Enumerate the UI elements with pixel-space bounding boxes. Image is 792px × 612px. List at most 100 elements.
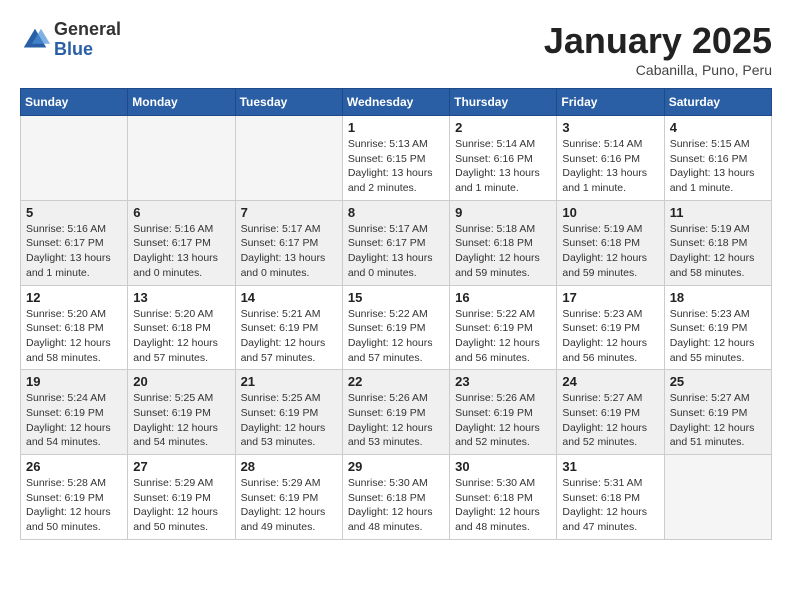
day-number: 7 bbox=[241, 205, 337, 220]
calendar-table: SundayMondayTuesdayWednesdayThursdayFrid… bbox=[20, 88, 772, 540]
day-number: 1 bbox=[348, 120, 444, 135]
day-number: 18 bbox=[670, 290, 766, 305]
day-info: Sunrise: 5:20 AM Sunset: 6:18 PM Dayligh… bbox=[26, 307, 122, 366]
day-info: Sunrise: 5:21 AM Sunset: 6:19 PM Dayligh… bbox=[241, 307, 337, 366]
day-number: 15 bbox=[348, 290, 444, 305]
calendar-day-cell: 2 Sunrise: 5:14 AM Sunset: 6:16 PM Daylig… bbox=[450, 116, 557, 201]
month-title: January 2025 bbox=[544, 20, 772, 62]
weekday-header: Thursday bbox=[450, 89, 557, 116]
calendar-day-cell: 30 Sunrise: 5:30 AM Sunset: 6:18 PM Dayli… bbox=[450, 455, 557, 540]
calendar-day-cell: 25 Sunrise: 5:27 AM Sunset: 6:19 PM Dayli… bbox=[664, 370, 771, 455]
calendar-week-row: 5 Sunrise: 5:16 AM Sunset: 6:17 PM Daylig… bbox=[21, 200, 772, 285]
day-info: Sunrise: 5:22 AM Sunset: 6:19 PM Dayligh… bbox=[455, 307, 551, 366]
day-info: Sunrise: 5:13 AM Sunset: 6:15 PM Dayligh… bbox=[348, 137, 444, 196]
day-info: Sunrise: 5:16 AM Sunset: 6:17 PM Dayligh… bbox=[133, 222, 229, 281]
day-info: Sunrise: 5:26 AM Sunset: 6:19 PM Dayligh… bbox=[455, 391, 551, 450]
calendar-day-cell: 16 Sunrise: 5:22 AM Sunset: 6:19 PM Dayli… bbox=[450, 285, 557, 370]
calendar-day-cell: 28Sunrise: 5:29 AM Sunset: 6:19 PM Dayli… bbox=[235, 455, 342, 540]
day-number: 13 bbox=[133, 290, 229, 305]
day-number: 20 bbox=[133, 374, 229, 389]
calendar-day-cell: 14 Sunrise: 5:21 AM Sunset: 6:19 PM Dayli… bbox=[235, 285, 342, 370]
day-number: 25 bbox=[670, 374, 766, 389]
day-number: 24 bbox=[562, 374, 658, 389]
day-number: 11 bbox=[670, 205, 766, 220]
day-number: 22 bbox=[348, 374, 444, 389]
day-number: 5 bbox=[26, 205, 122, 220]
calendar-day-cell: 10Sunrise: 5:19 AM Sunset: 6:18 PM Dayli… bbox=[557, 200, 664, 285]
weekday-header: Friday bbox=[557, 89, 664, 116]
title-block: January 2025 Cabanilla, Puno, Peru bbox=[544, 20, 772, 78]
weekday-header: Tuesday bbox=[235, 89, 342, 116]
calendar-day-cell: 23 Sunrise: 5:26 AM Sunset: 6:19 PM Dayli… bbox=[450, 370, 557, 455]
weekday-header: Wednesday bbox=[342, 89, 449, 116]
logo-blue: Blue bbox=[54, 40, 121, 60]
calendar-day-cell: 29 Sunrise: 5:30 AM Sunset: 6:18 PM Dayli… bbox=[342, 455, 449, 540]
day-number: 31 bbox=[562, 459, 658, 474]
day-info: Sunrise: 5:17 AM Sunset: 6:17 PM Dayligh… bbox=[241, 222, 337, 281]
calendar-day-cell bbox=[664, 455, 771, 540]
calendar-day-cell: 13 Sunrise: 5:20 AM Sunset: 6:18 PM Dayli… bbox=[128, 285, 235, 370]
calendar-day-cell: 19 Sunrise: 5:24 AM Sunset: 6:19 PM Dayli… bbox=[21, 370, 128, 455]
day-info: Sunrise: 5:20 AM Sunset: 6:18 PM Dayligh… bbox=[133, 307, 229, 366]
calendar-day-cell: 4 Sunrise: 5:15 AM Sunset: 6:16 PM Daylig… bbox=[664, 116, 771, 201]
day-number: 8 bbox=[348, 205, 444, 220]
day-info: Sunrise: 5:27 AM Sunset: 6:19 PM Dayligh… bbox=[670, 391, 766, 450]
day-number: 4 bbox=[670, 120, 766, 135]
day-info: Sunrise: 5:31 AM Sunset: 6:18 PM Dayligh… bbox=[562, 476, 658, 535]
calendar-day-cell: 3Sunrise: 5:14 AM Sunset: 6:16 PM Daylig… bbox=[557, 116, 664, 201]
calendar-week-row: 1 Sunrise: 5:13 AM Sunset: 6:15 PM Daylig… bbox=[21, 116, 772, 201]
day-number: 2 bbox=[455, 120, 551, 135]
day-info: Sunrise: 5:30 AM Sunset: 6:18 PM Dayligh… bbox=[455, 476, 551, 535]
calendar-day-cell: 11Sunrise: 5:19 AM Sunset: 6:18 PM Dayli… bbox=[664, 200, 771, 285]
calendar-day-cell: 5 Sunrise: 5:16 AM Sunset: 6:17 PM Daylig… bbox=[21, 200, 128, 285]
day-number: 26 bbox=[26, 459, 122, 474]
calendar-day-cell: 31 Sunrise: 5:31 AM Sunset: 6:18 PM Dayli… bbox=[557, 455, 664, 540]
page-header: General Blue January 2025 Cabanilla, Pun… bbox=[20, 20, 772, 78]
day-info: Sunrise: 5:25 AM Sunset: 6:19 PM Dayligh… bbox=[133, 391, 229, 450]
day-info: Sunrise: 5:29 AM Sunset: 6:19 PM Dayligh… bbox=[133, 476, 229, 535]
calendar-day-cell: 26 Sunrise: 5:28 AM Sunset: 6:19 PM Dayli… bbox=[21, 455, 128, 540]
calendar-day-cell: 9 Sunrise: 5:18 AM Sunset: 6:18 PM Daylig… bbox=[450, 200, 557, 285]
day-info: Sunrise: 5:22 AM Sunset: 6:19 PM Dayligh… bbox=[348, 307, 444, 366]
calendar-week-row: 26 Sunrise: 5:28 AM Sunset: 6:19 PM Dayli… bbox=[21, 455, 772, 540]
weekday-header: Monday bbox=[128, 89, 235, 116]
logo-text: General Blue bbox=[54, 20, 121, 60]
day-info: Sunrise: 5:16 AM Sunset: 6:17 PM Dayligh… bbox=[26, 222, 122, 281]
day-number: 14 bbox=[241, 290, 337, 305]
calendar-day-cell: 27 Sunrise: 5:29 AM Sunset: 6:19 PM Dayli… bbox=[128, 455, 235, 540]
day-number: 30 bbox=[455, 459, 551, 474]
day-number: 19 bbox=[26, 374, 122, 389]
location-subtitle: Cabanilla, Puno, Peru bbox=[544, 62, 772, 78]
day-info: Sunrise: 5:15 AM Sunset: 6:16 PM Dayligh… bbox=[670, 137, 766, 196]
calendar-day-cell: 17 Sunrise: 5:23 AM Sunset: 6:19 PM Dayli… bbox=[557, 285, 664, 370]
day-number: 17 bbox=[562, 290, 658, 305]
weekday-header: Sunday bbox=[21, 89, 128, 116]
day-info: Sunrise: 5:30 AM Sunset: 6:18 PM Dayligh… bbox=[348, 476, 444, 535]
calendar-day-cell: 21Sunrise: 5:25 AM Sunset: 6:19 PM Dayli… bbox=[235, 370, 342, 455]
logo-general: General bbox=[54, 20, 121, 40]
day-number: 23 bbox=[455, 374, 551, 389]
day-number: 27 bbox=[133, 459, 229, 474]
day-number: 9 bbox=[455, 205, 551, 220]
day-info: Sunrise: 5:18 AM Sunset: 6:18 PM Dayligh… bbox=[455, 222, 551, 281]
day-info: Sunrise: 5:23 AM Sunset: 6:19 PM Dayligh… bbox=[562, 307, 658, 366]
calendar-day-cell bbox=[21, 116, 128, 201]
calendar-day-cell: 6Sunrise: 5:16 AM Sunset: 6:17 PM Daylig… bbox=[128, 200, 235, 285]
calendar-week-row: 19 Sunrise: 5:24 AM Sunset: 6:19 PM Dayli… bbox=[21, 370, 772, 455]
day-info: Sunrise: 5:24 AM Sunset: 6:19 PM Dayligh… bbox=[26, 391, 122, 450]
day-info: Sunrise: 5:27 AM Sunset: 6:19 PM Dayligh… bbox=[562, 391, 658, 450]
day-info: Sunrise: 5:14 AM Sunset: 6:16 PM Dayligh… bbox=[455, 137, 551, 196]
day-number: 12 bbox=[26, 290, 122, 305]
day-info: Sunrise: 5:29 AM Sunset: 6:19 PM Dayligh… bbox=[241, 476, 337, 535]
day-number: 29 bbox=[348, 459, 444, 474]
calendar-day-cell: 15 Sunrise: 5:22 AM Sunset: 6:19 PM Dayli… bbox=[342, 285, 449, 370]
day-info: Sunrise: 5:28 AM Sunset: 6:19 PM Dayligh… bbox=[26, 476, 122, 535]
day-info: Sunrise: 5:19 AM Sunset: 6:18 PM Dayligh… bbox=[562, 222, 658, 281]
day-number: 21 bbox=[241, 374, 337, 389]
calendar-week-row: 12 Sunrise: 5:20 AM Sunset: 6:18 PM Dayli… bbox=[21, 285, 772, 370]
day-number: 16 bbox=[455, 290, 551, 305]
calendar-day-cell: 18Sunrise: 5:23 AM Sunset: 6:19 PM Dayli… bbox=[664, 285, 771, 370]
logo: General Blue bbox=[20, 20, 121, 60]
calendar-day-cell: 24 Sunrise: 5:27 AM Sunset: 6:19 PM Dayli… bbox=[557, 370, 664, 455]
calendar-day-cell: 12 Sunrise: 5:20 AM Sunset: 6:18 PM Dayli… bbox=[21, 285, 128, 370]
